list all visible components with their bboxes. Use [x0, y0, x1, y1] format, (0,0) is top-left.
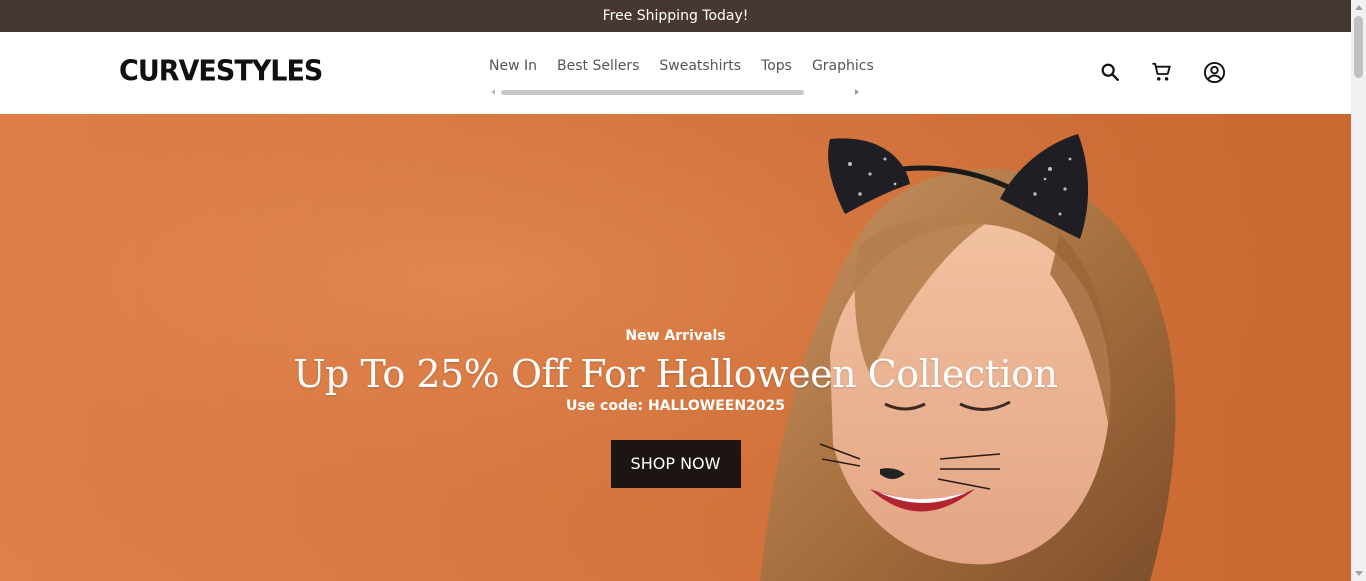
nav-scroll-left-arrow[interactable] [491, 89, 495, 95]
hero-eyebrow: New Arrivals [625, 328, 726, 344]
scroll-down-arrow[interactable] [1355, 571, 1363, 576]
nav-scroll-thumb[interactable] [501, 90, 804, 95]
nav-item-graphics[interactable]: Graphics [812, 58, 874, 74]
scroll-thumb[interactable] [1354, 16, 1363, 78]
account-icon[interactable] [1202, 60, 1226, 84]
shop-now-button[interactable]: SHOP NOW [610, 440, 741, 488]
page-scrollbar[interactable] [1351, 0, 1366, 581]
announcement-bar: Free Shipping Today! [0, 0, 1351, 32]
hero-banner: New Arrivals Up To 25% Off For Halloween… [0, 114, 1351, 581]
hero-content: New Arrivals Up To 25% Off For Halloween… [0, 328, 1351, 488]
announcement-text: Free Shipping Today! [602, 8, 749, 24]
nav-scroll-right-arrow[interactable] [855, 89, 859, 95]
nav-item-sweatshirts[interactable]: Sweatshirts [659, 58, 741, 74]
hero-title: Up To 25% Off For Halloween Collection [293, 352, 1058, 396]
site-header: CURVESTYLES New In Best Sellers Sweatshi… [0, 32, 1351, 114]
logo[interactable]: CURVESTYLES [119, 55, 323, 88]
search-icon[interactable] [1098, 60, 1122, 84]
nav-item-best-sellers[interactable]: Best Sellers [557, 58, 639, 74]
nav-scrollbar[interactable] [489, 88, 861, 98]
header-icons [1098, 60, 1226, 84]
cart-icon[interactable] [1150, 60, 1174, 84]
nav-item-tops[interactable]: Tops [761, 58, 792, 74]
nav-item-new-in[interactable]: New In [489, 58, 537, 74]
scroll-up-arrow[interactable] [1355, 5, 1363, 10]
hero-promo-code: Use code: HALLOWEEN2025 [565, 398, 786, 414]
main-nav: New In Best Sellers Sweatshirts Tops Gra… [489, 58, 894, 74]
